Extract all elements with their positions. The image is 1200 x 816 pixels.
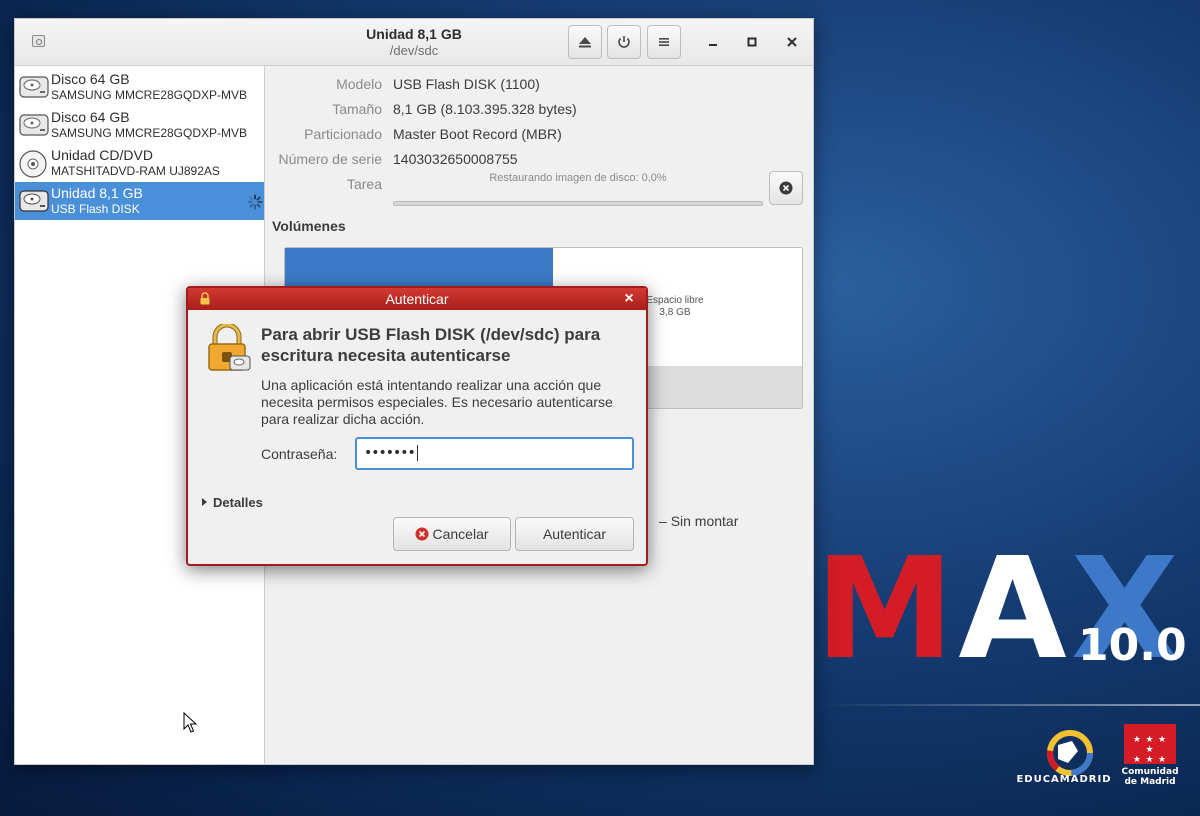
expander-arrow-icon <box>202 498 207 506</box>
password-label: Contraseña: <box>261 446 338 462</box>
minimize-icon <box>709 44 717 46</box>
device-model: USB Flash DISK <box>51 202 140 216</box>
task-label: Tarea <box>346 176 382 192</box>
maximize-icon <box>747 37 757 47</box>
size-label: Tamaño <box>332 101 382 117</box>
mount-status: – Sin montar <box>659 513 739 529</box>
device-model: SAMSUNG MMCRE28GQDXP-MVB <box>51 88 248 102</box>
partitioning-label: Particionado <box>304 126 382 142</box>
hamburger-menu-icon <box>659 38 669 46</box>
password-field[interactable]: ••••••• <box>355 437 634 470</box>
maximize-button[interactable] <box>740 31 764 53</box>
cancel-task-button[interactable] <box>769 171 803 205</box>
dialog-titlebar: Autenticar × <box>188 288 646 310</box>
size-value: 8,1 GB (8.103.395.328 bytes) <box>393 101 577 117</box>
cancel-button[interactable]: Cancelar <box>393 517 511 551</box>
cancel-circle-icon <box>779 181 793 195</box>
sidebar-item-cd-dvd[interactable]: Unidad CD/DVD MATSHITADVD-RAM UJ892AS <box>15 144 264 182</box>
task-status: Restaurando imagen de disco: 0,0% <box>489 172 667 184</box>
menu-button[interactable] <box>647 25 681 59</box>
sidebar-item-usb-drive[interactable]: Unidad 8,1 GB USB Flash DISK <box>15 182 264 220</box>
educamadrid-text: EDUCAMADRID <box>1016 774 1112 785</box>
eject-button[interactable] <box>568 25 602 59</box>
device-name: Unidad CD/DVD <box>51 147 153 163</box>
window-subtitle: /dev/sdc <box>389 43 439 58</box>
task-progress-bar <box>393 201 763 206</box>
free-space-size: 3,8 GB <box>659 307 691 318</box>
padlock-usb-icon <box>208 324 251 371</box>
dialog-heading: Para abrir USB Flash DISK (/dev/sdc) par… <box>261 325 601 365</box>
mouse-cursor-icon <box>183 712 197 733</box>
hard-disk-icon <box>19 76 49 98</box>
serial-value: 1403032650008755 <box>393 151 518 167</box>
sidebar-item-disk-2[interactable]: Disco 64 GB SAMSUNG MMCRE28GQDXP-MVB <box>15 106 264 144</box>
optical-disc-icon <box>19 150 47 178</box>
authentication-dialog: Autenticar × Para abrir USB Flash DISK (… <box>186 286 648 566</box>
sidebar-item-disk-1[interactable]: Disco 64 GB SAMSUNG MMCRE28GQDXP-MVB <box>15 68 264 106</box>
dialog-message: Una aplicación está intentando realizar … <box>261 377 613 427</box>
cancel-button-label: Cancelar <box>432 526 489 542</box>
authenticate-button[interactable]: Autenticar <box>515 517 634 551</box>
comunidad-madrid-flag: ★ ★ ★ ★ ★ ★ ★ <box>1124 724 1176 764</box>
device-model: SAMSUNG MMCRE28GQDXP-MVB <box>51 126 248 140</box>
partitioning-value: Master Boot Record (MBR) <box>393 126 562 142</box>
device-name: Disco 64 GB <box>51 109 130 125</box>
close-icon <box>787 37 797 47</box>
spinner-icon <box>247 194 263 210</box>
model-label: Modelo <box>336 76 382 92</box>
max-version: 10.0 <box>1078 620 1187 671</box>
volumes-heading: Volúmenes <box>272 218 346 234</box>
device-name: Unidad 8,1 GB <box>51 185 143 201</box>
window-title: Unidad 8,1 GB <box>366 26 462 42</box>
desktop-streak <box>820 704 1200 706</box>
eject-icon <box>579 37 591 48</box>
close-window-button[interactable] <box>780 31 804 53</box>
power-off-button[interactable] <box>607 25 641 59</box>
device-name: Disco 64 GB <box>51 71 130 87</box>
power-icon <box>618 36 630 48</box>
header-bar: Unidad 8,1 GB /dev/sdc <box>15 19 813 66</box>
minimize-button[interactable] <box>701 31 725 53</box>
model-value: USB Flash DISK (1100) <box>393 76 540 92</box>
dialog-title: Autenticar <box>385 291 449 307</box>
usb-drive-icon <box>19 190 49 212</box>
comunidad-madrid-text: Comunidad de Madrid <box>1121 767 1179 787</box>
details-expander[interactable]: Detalles <box>213 495 263 510</box>
dialog-close-button[interactable]: × <box>621 291 637 307</box>
free-space-label: Espacio libre <box>646 295 704 306</box>
serial-label: Número de serie <box>278 151 383 167</box>
cancel-icon <box>415 527 429 541</box>
device-model: MATSHITADVD-RAM UJ892AS <box>51 164 220 178</box>
hard-disk-icon <box>19 114 49 136</box>
